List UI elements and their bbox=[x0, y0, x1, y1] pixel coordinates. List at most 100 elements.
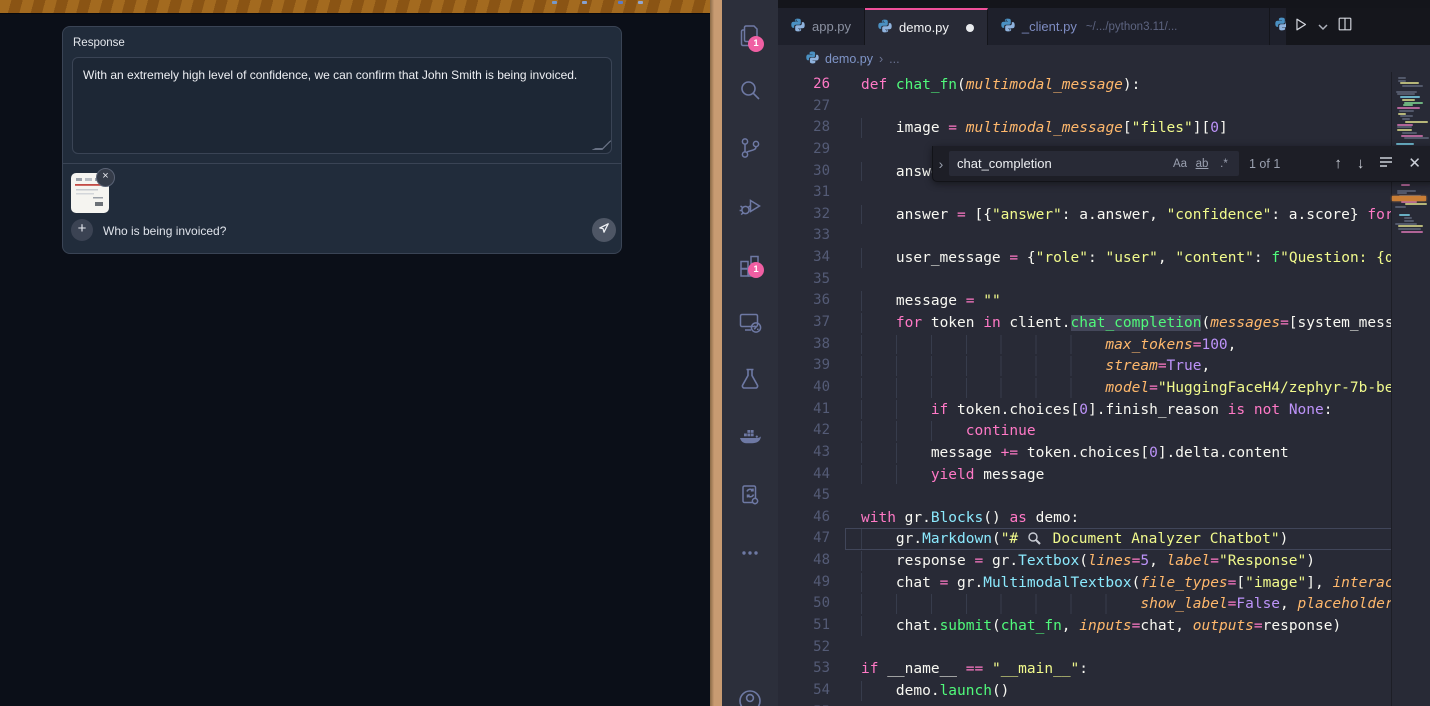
line-number: 42 bbox=[778, 420, 830, 442]
code-line[interactable]: 40model="HuggingFaceH4/zephyr-7b-beta bbox=[778, 377, 1392, 399]
line-number: 32 bbox=[778, 204, 830, 226]
send-button[interactable] bbox=[592, 218, 616, 242]
add-file-button[interactable]: + bbox=[71, 219, 93, 241]
code-line[interactable]: 32answer = [{"answer": a.answer, "confid… bbox=[778, 204, 1392, 226]
line-number: 30 bbox=[778, 161, 830, 183]
whole-word-toggle[interactable]: ab bbox=[1191, 158, 1213, 170]
breadcrumb: demo.py › ... bbox=[778, 45, 1430, 72]
tab-overflow[interactable] bbox=[1270, 8, 1286, 45]
code-line[interactable]: 38max_tokens=100, bbox=[778, 334, 1392, 356]
screen: Response With an extremely high level of… bbox=[0, 0, 1430, 706]
code-line[interactable]: 52 bbox=[778, 637, 1392, 659]
code-line[interactable]: 44yield message bbox=[778, 464, 1392, 486]
code-line[interactable]: 41if token.choices[0].finish_reason is n… bbox=[778, 399, 1392, 421]
line-number: 34 bbox=[778, 247, 830, 269]
find-results-count: 1 of 1 bbox=[1249, 157, 1280, 171]
close-find-icon[interactable]: ✕ bbox=[1408, 156, 1421, 171]
run-button[interactable] bbox=[1292, 16, 1309, 38]
code-line[interactable]: 51chat.submit(chat_fn, inputs=chat, outp… bbox=[778, 615, 1392, 637]
code-line[interactable]: 42continue bbox=[778, 420, 1392, 442]
account-icon[interactable] bbox=[737, 688, 763, 706]
response-text: With an extremely high level of confiden… bbox=[83, 68, 577, 82]
chat-message-input[interactable]: Who is being invoiced? bbox=[103, 224, 226, 238]
minimap-match-highlight bbox=[1392, 196, 1426, 201]
search-icon[interactable] bbox=[737, 77, 763, 103]
resize-handle[interactable] bbox=[592, 139, 613, 150]
breadcrumb-file[interactable]: demo.py bbox=[825, 52, 873, 66]
line-number: 44 bbox=[778, 464, 830, 486]
code-line[interactable]: 26def chat_fn(multimodal_message): bbox=[778, 74, 1392, 96]
toggle-replace-chevron-icon[interactable]: › bbox=[933, 156, 949, 172]
tab-label: _client.py bbox=[1022, 19, 1077, 34]
split-editor-icon[interactable] bbox=[1337, 16, 1353, 37]
find-widget: › chat_completion Aa ab .* 1 of 1 ↑ ↓ ✕ bbox=[932, 146, 1430, 182]
response-textarea[interactable]: With an extremely high level of confiden… bbox=[72, 57, 612, 154]
tab-app-py[interactable]: app.py bbox=[778, 8, 865, 45]
response-label: Response bbox=[73, 37, 125, 49]
regex-toggle[interactable]: .* bbox=[1213, 158, 1235, 170]
find-input[interactable]: chat_completion Aa ab .* bbox=[949, 151, 1239, 176]
find-query[interactable]: chat_completion bbox=[957, 156, 1169, 171]
code-line[interactable]: 36message = "" bbox=[778, 290, 1392, 312]
code-line[interactable]: 34user_message = {"role": "user", "conte… bbox=[778, 247, 1392, 269]
line-number: 53 bbox=[778, 658, 830, 680]
code-line[interactable]: 50show_label=False, placeholder= bbox=[778, 593, 1392, 615]
tab-bar: app.py demo.py _client.py ~/.../python3.… bbox=[778, 0, 1430, 45]
line-number: 35 bbox=[778, 269, 830, 291]
line-number: 45 bbox=[778, 485, 830, 507]
line-number: 36 bbox=[778, 290, 830, 312]
line-number: 37 bbox=[778, 312, 830, 334]
line-number: 52 bbox=[778, 637, 830, 659]
response-panel: Response With an extremely high level of… bbox=[62, 26, 622, 164]
line-number: 40 bbox=[778, 377, 830, 399]
line-number: 38 bbox=[778, 334, 830, 356]
line-number: 33 bbox=[778, 225, 830, 247]
code-line[interactable]: 54demo.launch() bbox=[778, 680, 1392, 702]
remote-explorer-icon[interactable] bbox=[737, 309, 763, 335]
code-line[interactable]: 35 bbox=[778, 269, 1392, 291]
run-debug-icon[interactable] bbox=[737, 193, 763, 219]
more-views-icon[interactable] bbox=[737, 540, 763, 566]
modified-indicator[interactable] bbox=[966, 24, 974, 32]
remove-attachment-button[interactable]: × bbox=[96, 168, 115, 187]
source-control-icon[interactable] bbox=[737, 135, 763, 161]
explorer-badge: 1 bbox=[748, 36, 764, 52]
find-in-selection-icon[interactable] bbox=[1379, 156, 1393, 171]
project-config-icon[interactable] bbox=[737, 482, 763, 508]
code-line[interactable]: 55 bbox=[778, 702, 1392, 706]
python-file-icon bbox=[1001, 18, 1015, 35]
editor[interactable]: 26def chat_fn(multimodal_message):2728im… bbox=[778, 72, 1430, 706]
tab-demo-py[interactable]: demo.py bbox=[865, 8, 988, 45]
python-file-icon bbox=[806, 51, 819, 67]
code-line[interactable]: 47gr.Markdown("# Document Analyzer Chatb… bbox=[778, 528, 1392, 550]
code-line[interactable]: 28image = multimodal_message["files"][0] bbox=[778, 117, 1392, 139]
docker-icon[interactable] bbox=[737, 424, 763, 450]
python-file-icon bbox=[878, 19, 892, 36]
gradio-app-window: Response With an extremely high level of… bbox=[0, 0, 710, 706]
previous-match-icon[interactable]: ↑ bbox=[1334, 156, 1342, 171]
code-line[interactable]: 46with gr.Blocks() as demo: bbox=[778, 507, 1392, 529]
code-line[interactable]: 48response = gr.Textbox(lines=5, label="… bbox=[778, 550, 1392, 572]
testing-flask-icon[interactable] bbox=[737, 366, 763, 392]
code-line[interactable]: 45 bbox=[778, 485, 1392, 507]
desktop-gap bbox=[710, 0, 722, 706]
run-dropdown-chevron-icon[interactable] bbox=[1318, 18, 1328, 36]
code-line[interactable]: 53if __name__ == "__main__": bbox=[778, 658, 1392, 680]
line-number: 46 bbox=[778, 507, 830, 529]
line-number: 49 bbox=[778, 572, 830, 594]
python-file-icon bbox=[791, 18, 805, 35]
line-number: 31 bbox=[778, 182, 830, 204]
match-case-toggle[interactable]: Aa bbox=[1169, 158, 1191, 170]
code-line[interactable]: 49chat = gr.MultimodalTextbox(file_types… bbox=[778, 572, 1392, 594]
code-line[interactable]: 43message += token.choices[0].delta.cont… bbox=[778, 442, 1392, 464]
breadcrumb-more[interactable]: ... bbox=[889, 52, 899, 66]
code-line[interactable]: 27 bbox=[778, 96, 1392, 118]
code-line[interactable]: 39stream=True, bbox=[778, 355, 1392, 377]
extensions-badge: 1 bbox=[748, 262, 764, 278]
line-number: 28 bbox=[778, 117, 830, 139]
code-line[interactable]: 37for token in client.chat_completion(me… bbox=[778, 312, 1392, 334]
tab-client-py[interactable]: _client.py ~/.../python3.11/... bbox=[988, 8, 1270, 45]
code-line[interactable]: 31 bbox=[778, 182, 1392, 204]
code-line[interactable]: 33 bbox=[778, 225, 1392, 247]
next-match-icon[interactable]: ↓ bbox=[1357, 156, 1365, 171]
